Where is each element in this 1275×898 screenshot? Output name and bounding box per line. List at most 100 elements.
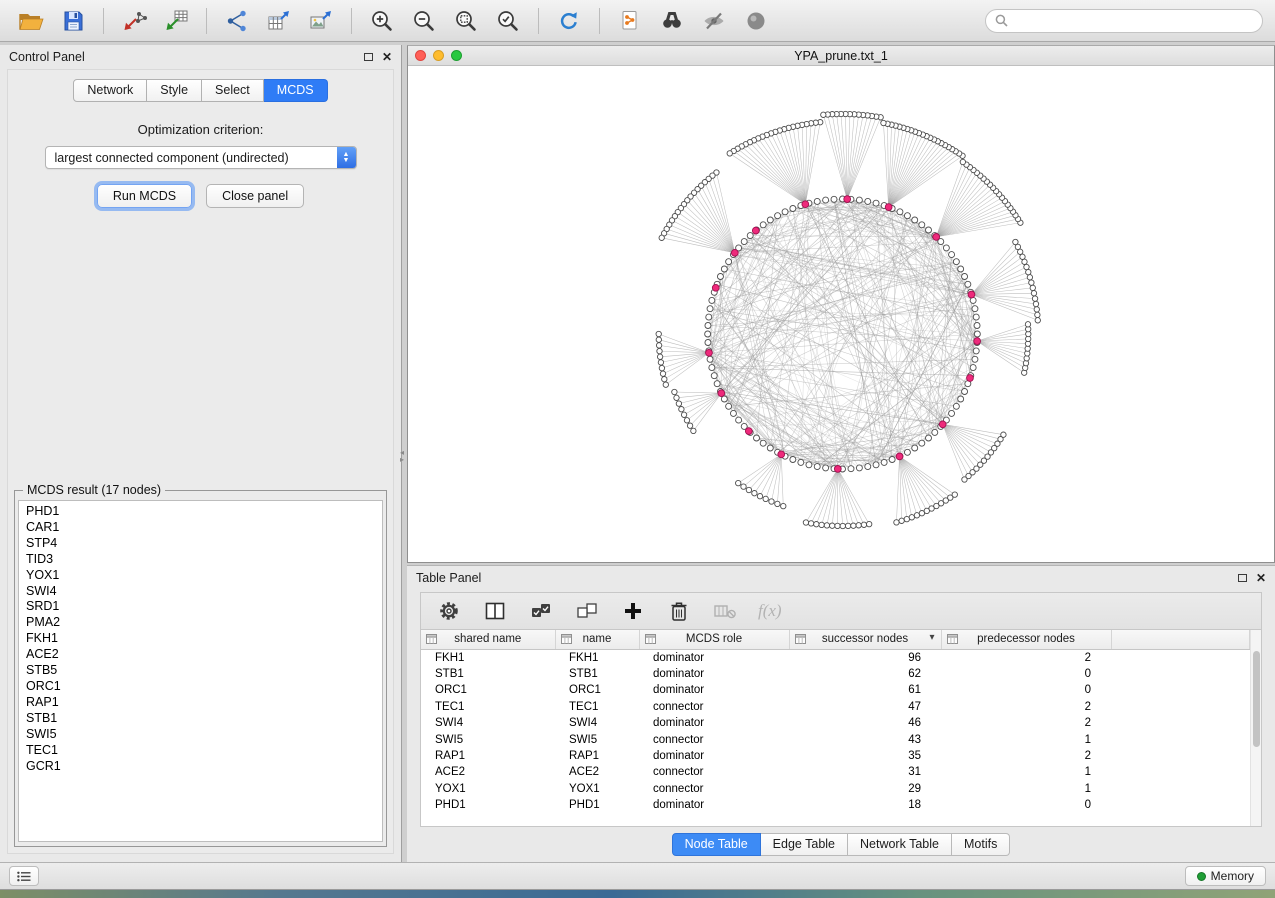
- mcds-hub-node[interactable]: [896, 453, 903, 460]
- ring-node[interactable]: [823, 465, 829, 471]
- ring-node[interactable]: [707, 306, 713, 312]
- leaf-node[interactable]: [1035, 318, 1040, 323]
- memory-button[interactable]: Memory: [1185, 866, 1266, 886]
- ring-node[interactable]: [926, 435, 932, 441]
- mcds-node-stb5[interactable]: STB5: [26, 663, 382, 679]
- mcds-node-orc1[interactable]: ORC1: [26, 679, 382, 695]
- zoom-selected-button[interactable]: [489, 4, 527, 38]
- ring-node[interactable]: [904, 213, 910, 219]
- criterion-dropdown[interactable]: largest connected component (undirected)…: [45, 146, 357, 169]
- leaf-node[interactable]: [1027, 275, 1032, 280]
- ring-node[interactable]: [974, 331, 980, 337]
- apply-function-button[interactable]: f(x): [758, 598, 782, 624]
- zoom-fit-button[interactable]: [447, 4, 485, 38]
- ring-node[interactable]: [943, 245, 949, 251]
- leaf-node[interactable]: [746, 487, 751, 492]
- zoom-in-button[interactable]: [363, 4, 401, 38]
- leaf-node[interactable]: [899, 518, 904, 523]
- ring-node[interactable]: [972, 306, 978, 312]
- ring-node[interactable]: [709, 297, 715, 303]
- ring-node[interactable]: [972, 356, 978, 362]
- ring-node[interactable]: [881, 459, 887, 465]
- ring-node[interactable]: [865, 464, 871, 470]
- ring-node[interactable]: [747, 233, 753, 239]
- leaf-node[interactable]: [763, 496, 768, 501]
- leaf-node[interactable]: [752, 491, 757, 496]
- leaf-node[interactable]: [681, 412, 686, 417]
- ring-node[interactable]: [790, 457, 796, 463]
- leaf-node[interactable]: [909, 515, 914, 520]
- mcds-hub-node[interactable]: [974, 338, 981, 345]
- maximize-window-icon[interactable]: [451, 50, 462, 61]
- zoom-out-button[interactable]: [405, 4, 443, 38]
- table-row-stb1[interactable]: STB1STB1dominator620: [421, 666, 1250, 682]
- ring-node[interactable]: [705, 331, 711, 337]
- mcds-node-swi5[interactable]: SWI5: [26, 727, 382, 743]
- column-header-MCDS-role[interactable]: MCDS role: [639, 630, 789, 649]
- leaf-node[interactable]: [656, 337, 661, 342]
- ring-node[interactable]: [919, 222, 925, 228]
- ring-node[interactable]: [949, 252, 955, 258]
- new-network-button[interactable]: [218, 4, 256, 38]
- mcds-hub-node[interactable]: [745, 428, 752, 435]
- leaf-node[interactable]: [1031, 291, 1036, 296]
- leaf-node[interactable]: [824, 523, 829, 528]
- ring-node[interactable]: [965, 281, 971, 287]
- leaf-node[interactable]: [1034, 307, 1039, 312]
- leaf-node[interactable]: [821, 112, 826, 117]
- ring-node[interactable]: [932, 429, 938, 435]
- leaf-node[interactable]: [1024, 264, 1029, 269]
- ring-node[interactable]: [973, 348, 979, 354]
- ring-node[interactable]: [856, 197, 862, 203]
- ring-node[interactable]: [953, 403, 959, 409]
- import-network-button[interactable]: [115, 4, 153, 38]
- column-header-successor-nodes[interactable]: successor nodes▾: [789, 630, 941, 649]
- ring-node[interactable]: [962, 274, 968, 280]
- show-columns-button[interactable]: [482, 598, 508, 624]
- ring-node[interactable]: [709, 365, 715, 371]
- mcds-hub-node[interactable]: [752, 227, 759, 234]
- ring-node[interactable]: [806, 462, 812, 468]
- mcds-hub-node[interactable]: [712, 284, 719, 291]
- ring-node[interactable]: [730, 410, 736, 416]
- leaf-node[interactable]: [658, 360, 663, 365]
- close-table-panel-icon[interactable]: ✕: [1256, 572, 1266, 584]
- leaf-node[interactable]: [840, 523, 845, 528]
- leaf-node[interactable]: [881, 120, 886, 125]
- ring-node[interactable]: [912, 217, 918, 223]
- mcds-node-phd1[interactable]: PHD1: [26, 504, 382, 520]
- ring-node[interactable]: [953, 259, 959, 265]
- ring-node[interactable]: [814, 464, 820, 470]
- column-header-shared-name[interactable]: shared name: [421, 630, 555, 649]
- mcds-node-gcr1[interactable]: GCR1: [26, 759, 382, 775]
- panel-splitter[interactable]: ◂▸: [402, 45, 407, 862]
- mcds-hub-node[interactable]: [885, 204, 892, 211]
- table-scrollbar[interactable]: [1250, 630, 1261, 826]
- ring-node[interactable]: [814, 198, 820, 204]
- delete-row-button[interactable]: [666, 598, 692, 624]
- float-panel-icon[interactable]: [364, 53, 373, 61]
- tab-network-table[interactable]: Network Table: [848, 833, 952, 856]
- close-panel-icon[interactable]: ✕: [382, 51, 392, 63]
- mcds-hub-node[interactable]: [731, 249, 738, 256]
- tab-motifs[interactable]: Motifs: [952, 833, 1010, 856]
- column-header-name[interactable]: name: [555, 630, 639, 649]
- ring-node[interactable]: [798, 459, 804, 465]
- table-row-orc1[interactable]: ORC1ORC1dominator610: [421, 682, 1250, 698]
- leaf-node[interactable]: [736, 480, 741, 485]
- ring-node[interactable]: [856, 465, 862, 471]
- save-session-button[interactable]: [54, 4, 92, 38]
- column-header-predecessor-nodes[interactable]: predecessor nodes: [941, 630, 1111, 649]
- leaf-node[interactable]: [659, 365, 664, 370]
- search-box[interactable]: [985, 9, 1263, 33]
- mcds-node-pma2[interactable]: PMA2: [26, 615, 382, 631]
- table-row-fkh1[interactable]: FKH1FKH1dominator962: [421, 649, 1250, 666]
- leaf-node[interactable]: [1030, 285, 1035, 290]
- table-row-ace2[interactable]: ACE2ACE2connector311: [421, 764, 1250, 780]
- leaf-node[interactable]: [657, 348, 662, 353]
- ring-node[interactable]: [958, 266, 964, 272]
- leaf-node[interactable]: [775, 501, 780, 506]
- close-panel-button[interactable]: Close panel: [206, 184, 304, 208]
- table-row-tec1[interactable]: TEC1TEC1connector472: [421, 699, 1250, 715]
- leaf-node[interactable]: [803, 520, 808, 525]
